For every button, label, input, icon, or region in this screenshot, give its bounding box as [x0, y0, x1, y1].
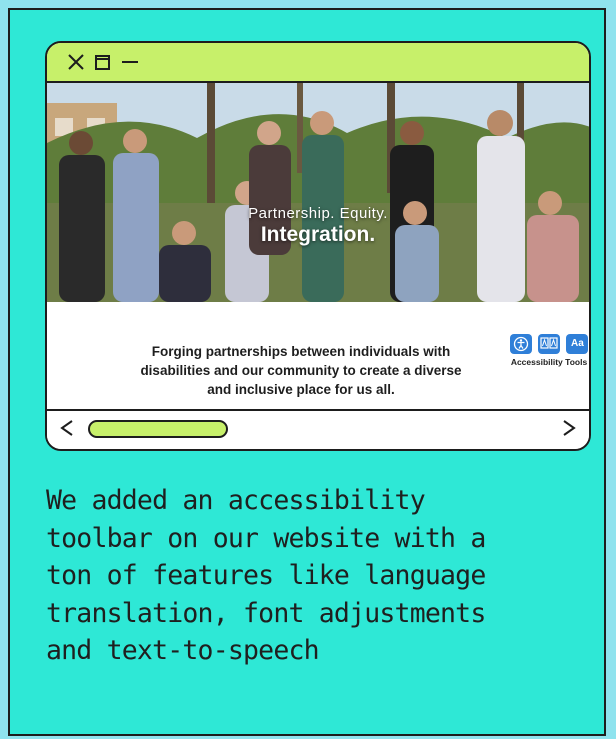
chevron-left-icon[interactable] — [59, 418, 75, 438]
mission-statement: Forging partnerships between individuals… — [117, 342, 485, 399]
website-content: Forging partnerships between individuals… — [47, 302, 589, 411]
minimize-icon[interactable] — [119, 51, 141, 73]
social-post-card: Partnership. Equity. Integration. Forgin… — [8, 8, 606, 736]
horizontal-scrollbar[interactable] — [47, 409, 589, 449]
accessibility-tools-label: Accessibility Tools — [510, 357, 588, 367]
accessibility-toolbar: Aa Accessibility Tools — [507, 334, 589, 367]
hero-tagline: Partnership. Equity. — [248, 205, 388, 222]
caption-line: toolbar on our website with a — [46, 522, 486, 554]
close-icon[interactable] — [65, 51, 87, 73]
mission-line: Forging partnerships between individuals… — [151, 344, 451, 359]
scroll-thumb[interactable] — [88, 420, 228, 438]
caption-line: ton of features like language — [46, 560, 486, 591]
post-caption: We added an accessibility toolbar on our… — [46, 482, 586, 670]
group-photo-illustration — [47, 83, 589, 302]
caption-line: and text-to-speech — [46, 635, 320, 666]
font-size-button[interactable]: Aa — [566, 334, 589, 354]
chevron-right-icon[interactable] — [561, 418, 577, 438]
browser-window-mockup: Partnership. Equity. Integration. Forgin… — [45, 41, 591, 451]
accessibility-person-icon[interactable] — [509, 334, 532, 354]
caption-line: translation, font adjustments — [46, 597, 486, 629]
caption-line: We added an accessibility — [46, 485, 426, 516]
hero-photo: Partnership. Equity. Integration. — [47, 83, 589, 302]
window-title-bar — [47, 43, 589, 83]
hero-headline: Integration. — [260, 223, 376, 246]
maximize-icon[interactable] — [93, 51, 113, 73]
translate-icon[interactable] — [538, 334, 560, 354]
mission-line: disabilities and our community to create… — [140, 363, 462, 378]
mission-line: and inclusive place for us all. — [207, 382, 395, 397]
